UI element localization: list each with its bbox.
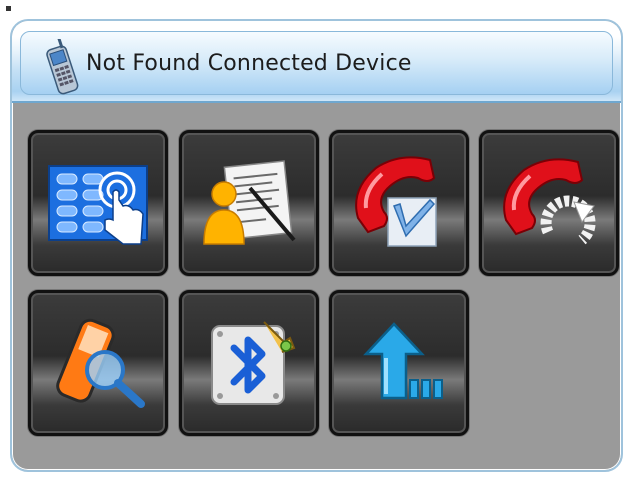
corner-marker — [6, 6, 11, 11]
search-device-button[interactable] — [28, 290, 168, 436]
call-history-button[interactable] — [329, 130, 469, 276]
mobile-phone-icon — [46, 39, 79, 95]
exit-button[interactable] — [329, 290, 469, 436]
window-title: Not Found Connected Device — [86, 51, 412, 76]
exit-icon — [363, 322, 443, 400]
phonebook-icon — [203, 160, 296, 245]
dial-pad-icon — [48, 165, 148, 245]
bluetooth-settings-button[interactable] — [179, 290, 319, 436]
call-history-icon — [355, 156, 437, 247]
search-device-icon — [56, 318, 145, 408]
redial-button[interactable] — [479, 130, 619, 276]
redial-icon — [503, 158, 596, 245]
dial-pad-button[interactable] — [28, 130, 168, 276]
bluetooth-settings-icon — [211, 321, 296, 405]
bluetooth-window: Not Found Connected Device — [10, 19, 623, 472]
phonebook-button[interactable] — [179, 130, 319, 276]
